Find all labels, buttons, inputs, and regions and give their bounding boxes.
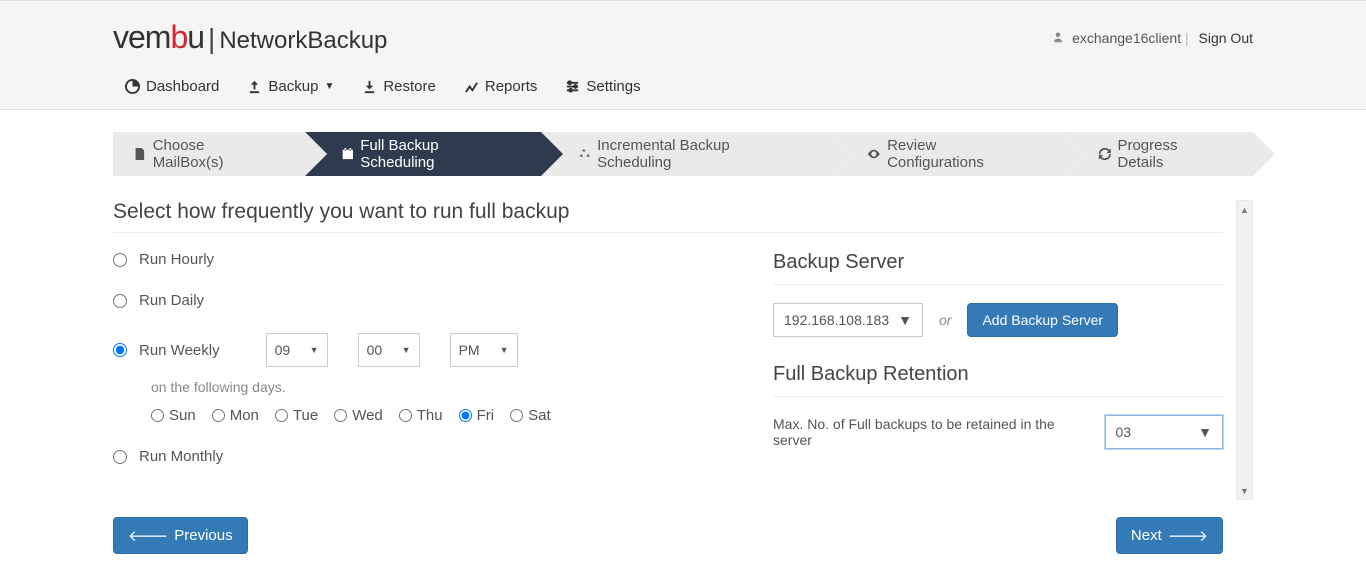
or-text: or [939,312,951,328]
radio-daily[interactable] [113,294,127,308]
backup-server-select[interactable]: 192.168.108.183 ▼ [773,303,923,337]
eye-icon [867,147,881,161]
add-backup-server-button[interactable]: Add Backup Server [967,303,1118,337]
backup-server-title: Backup Server [773,251,1223,274]
previous-button[interactable]: 🡐 Previous [113,517,248,554]
refresh-icon [1098,147,1112,161]
nav-restore[interactable]: Restore [362,78,436,95]
retention-label: Max. No. of Full backups to be retained … [773,416,1093,448]
signout-link[interactable]: Sign Out [1199,30,1253,46]
chevron-down-icon: ▼ [402,345,411,355]
day-tue[interactable]: Tue [275,407,318,424]
option-run-hourly[interactable]: Run Hourly [113,251,753,268]
radio-monthly[interactable] [113,450,127,464]
nav-dashboard[interactable]: Dashboard [125,78,219,95]
nav-backup[interactable]: Backup ▼ [247,78,334,95]
retention-select[interactable]: 03 ▼ [1105,415,1224,449]
scrollbar[interactable]: ▲ ▼ [1236,200,1253,500]
sliders-icon [565,79,580,94]
radio-hourly[interactable] [113,253,127,267]
option-run-daily[interactable]: Run Daily [113,292,753,309]
option-run-monthly[interactable]: Run Monthly [113,448,753,465]
recycle-icon [577,147,591,161]
minute-select[interactable]: 00▼ [358,333,420,367]
radio-weekly[interactable] [113,343,127,357]
option-run-weekly[interactable]: Run Weekly 09▼ 00▼ PM▼ [113,333,753,367]
scroll-down-icon[interactable]: ▼ [1237,482,1252,499]
wizard-steps: Choose MailBox(s) Full Backup Scheduling… [113,132,1253,176]
day-selector: Sun Mon Tue Wed Thu Fri Sat [151,407,753,424]
nav-reports[interactable]: Reports [464,78,538,95]
retention-title: Full Backup Retention [773,363,1223,386]
chevron-down-icon: ▼ [1198,424,1212,440]
upload-icon [247,79,262,94]
scroll-up-icon[interactable]: ▲ [1237,201,1252,218]
wizard-step-mailbox[interactable]: Choose MailBox(s) [113,132,305,176]
day-sat[interactable]: Sat [510,407,551,424]
day-mon[interactable]: Mon [212,407,259,424]
document-icon [133,147,147,161]
calendar-icon [341,147,355,161]
day-fri[interactable]: Fri [459,407,495,424]
chevron-down-icon: ▼ [310,345,319,355]
next-button[interactable]: Next 🡒 [1116,517,1223,554]
chevron-down-icon: ▼ [324,81,334,92]
username: exchange16client [1072,30,1181,46]
days-label: on the following days. [151,379,753,395]
page-title: Select how frequently you want to run fu… [113,200,1223,224]
wizard-step-progress[interactable]: Progress Details [1062,132,1253,176]
user-icon [1052,30,1068,46]
dashboard-icon [125,79,140,94]
ampm-select[interactable]: PM▼ [450,333,518,367]
wizard-step-review[interactable]: Review Configurations [831,132,1061,176]
nav-settings[interactable]: Settings [565,78,640,95]
product-name: NetworkBackup [219,27,387,55]
day-thu[interactable]: Thu [399,407,443,424]
day-wed[interactable]: Wed [334,407,383,424]
day-sun[interactable]: Sun [151,407,196,424]
arrow-left-icon: 🡐 [128,526,168,545]
logo[interactable]: vembu | NetworkBackup [113,19,387,56]
hour-select[interactable]: 09▼ [266,333,328,367]
main-nav: Dashboard Backup ▼ Restore Reports Setti… [113,66,1253,109]
download-icon [362,79,377,94]
chevron-down-icon: ▼ [500,345,509,355]
wizard-step-incremental[interactable]: Incremental Backup Scheduling [541,132,831,176]
chart-icon [464,79,479,94]
chevron-down-icon: ▼ [898,312,912,328]
wizard-step-full-backup[interactable]: Full Backup Scheduling [305,132,542,176]
arrow-right-icon: 🡒 [1168,526,1208,545]
